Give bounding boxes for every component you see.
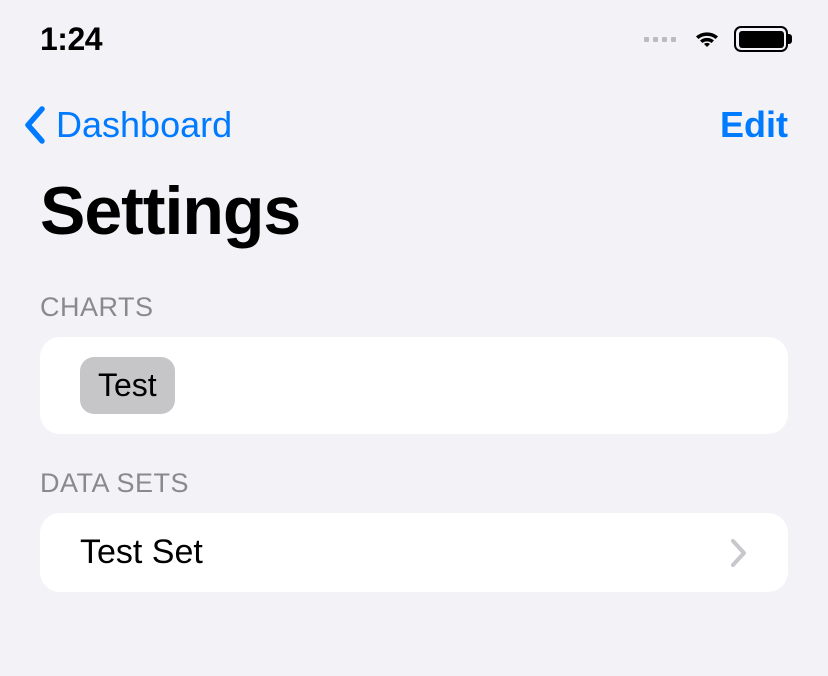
status-bar: 1:24 xyxy=(0,0,828,70)
edit-button[interactable]: Edit xyxy=(720,104,788,146)
chevron-left-icon xyxy=(22,105,50,145)
cellular-dots-icon xyxy=(644,37,676,42)
status-time: 1:24 xyxy=(40,21,102,58)
wifi-icon xyxy=(690,27,724,51)
section-charts: CHARTS Test xyxy=(0,292,828,434)
chart-chip-test[interactable]: Test xyxy=(80,357,175,414)
battery-icon xyxy=(734,26,788,52)
dataset-row-test-set[interactable]: Test Set xyxy=(80,533,748,572)
page-title: Settings xyxy=(0,146,828,258)
nav-bar: Dashboard Edit xyxy=(0,70,828,146)
section-header-datasets: DATA SETS xyxy=(0,468,828,513)
back-label: Dashboard xyxy=(56,104,232,146)
back-button[interactable]: Dashboard xyxy=(22,104,232,146)
status-indicators xyxy=(644,26,788,52)
section-header-charts: CHARTS xyxy=(0,292,828,337)
dataset-row-label: Test Set xyxy=(80,533,203,572)
chevron-right-icon xyxy=(728,538,748,568)
datasets-card: Test Set xyxy=(40,513,788,592)
charts-card: Test xyxy=(40,337,788,434)
section-datasets: DATA SETS Test Set xyxy=(0,468,828,592)
